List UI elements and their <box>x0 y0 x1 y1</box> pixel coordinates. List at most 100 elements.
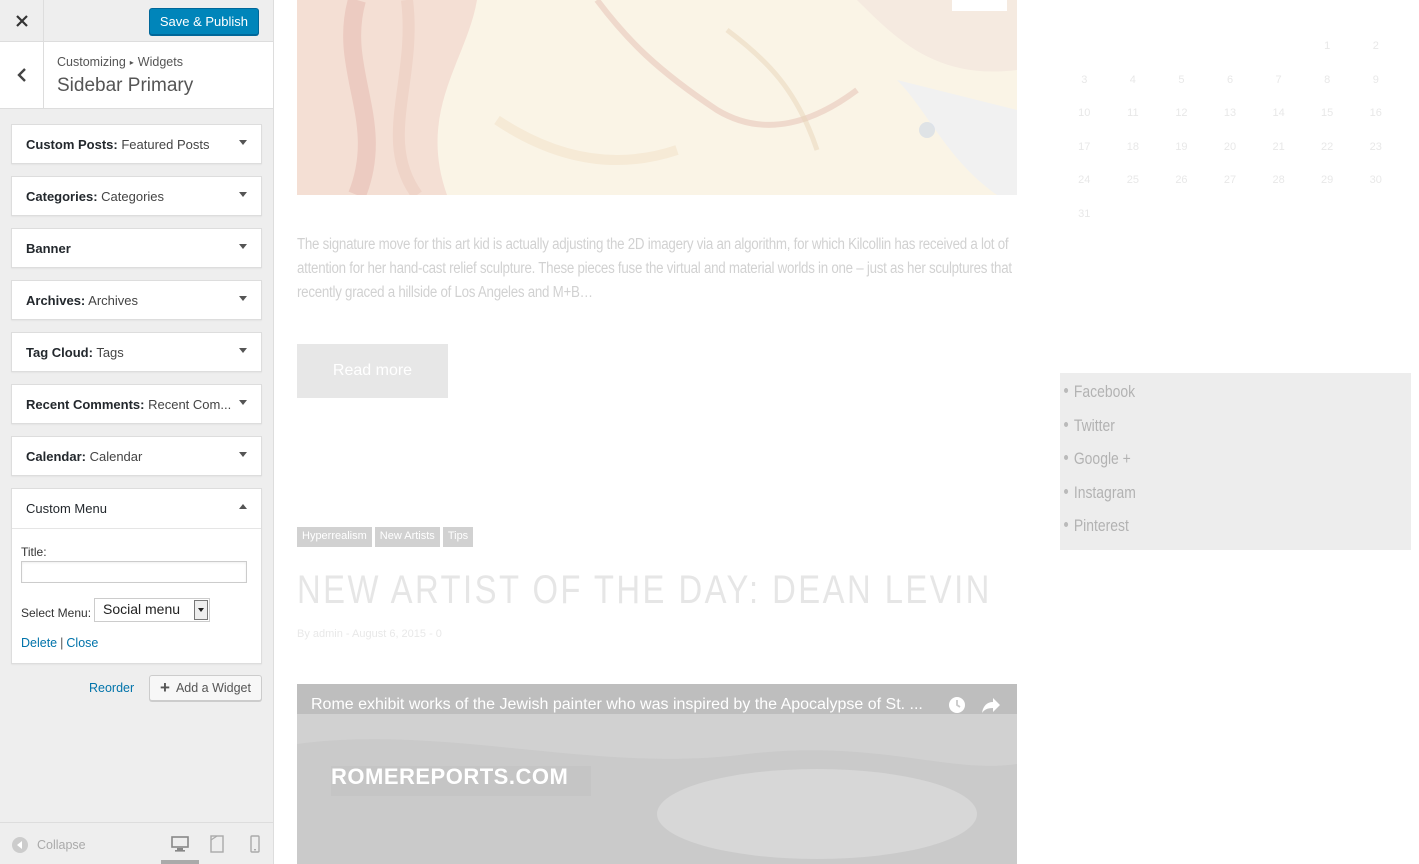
close-icon <box>15 15 28 27</box>
title-label: Title: <box>21 545 47 559</box>
expand-arrow-icon[interactable] <box>239 296 247 301</box>
expand-arrow-icon[interactable] <box>239 348 247 353</box>
widget-title: Custom Menu <box>26 501 107 516</box>
calendar-day: 24 <box>1078 174 1091 186</box>
calendar-day: 3 <box>1081 73 1088 86</box>
select-menu-dropdown[interactable]: Social menu <box>94 598 210 622</box>
widget-name: Recent Com... <box>148 397 232 412</box>
calendar-day: 11 <box>1127 107 1139 119</box>
widget-title: Archives: Archives <box>26 293 138 308</box>
widget-archives[interactable]: Archives: Archives <box>11 280 262 320</box>
save-publish-button[interactable]: Save & Publish <box>148 8 259 35</box>
calendar-week-row: 12 <box>1060 30 1400 64</box>
calendar-day <box>1206 198 1255 232</box>
calendar-day: 16 <box>1369 107 1382 119</box>
expand-arrow-icon[interactable] <box>239 400 247 405</box>
widget-header[interactable]: Custom Menu <box>12 489 261 529</box>
calendar-day: 21 <box>1272 140 1285 153</box>
post-title[interactable]: NEW ARTIST OF THE DAY: DEAN LEVIN <box>297 568 992 613</box>
widget-type: Archives: <box>26 293 86 308</box>
close-link[interactable]: Close <box>66 636 98 650</box>
calendar-day: 4 <box>1129 73 1136 86</box>
calendar-day: 12 <box>1175 107 1188 119</box>
calendar-day: 9 <box>1372 73 1379 86</box>
calendar-day <box>1254 30 1303 64</box>
desktop-preview-icon[interactable] <box>171 835 189 853</box>
widget-name: Tags <box>96 345 124 360</box>
tag-link[interactable]: Hyperrealism <box>297 527 372 547</box>
collapse-arrow-icon <box>12 837 28 853</box>
calendar-week-row: 17 18 19 20 21 22 23 <box>1060 131 1400 165</box>
collapse-arrow-icon[interactable] <box>239 504 247 509</box>
widget-custom-posts[interactable]: Custom Posts: Featured Posts <box>11 124 262 164</box>
video-title[interactable]: Rome exhibit works of the Jewish painter… <box>311 696 946 714</box>
delete-link[interactable]: Delete <box>21 636 57 650</box>
tablet-preview-icon[interactable] <box>208 835 226 853</box>
title-input[interactable] <box>21 561 247 583</box>
calendar-day <box>1060 30 1109 64</box>
expand-arrow-icon[interactable] <box>239 192 247 197</box>
widget-title: Categories: Categories <box>26 189 164 204</box>
embedded-video[interactable]: Rome exhibit works of the Jewish painter… <box>297 684 1017 864</box>
widget-tag-cloud[interactable]: Tag Cloud: Tags <box>11 332 262 372</box>
calendar-day <box>1109 30 1158 64</box>
widget-name: Archives <box>88 293 139 308</box>
calendar-day: 17 <box>1078 140 1091 153</box>
dropdown-arrow-icon[interactable] <box>194 600 208 620</box>
collapse-button[interactable]: Collapse <box>12 837 86 853</box>
calendar-day <box>1351 198 1400 232</box>
tag-link[interactable]: Tips <box>442 527 474 547</box>
calendar-day: 14 <box>1272 107 1285 119</box>
calendar-day: 20 <box>1223 140 1237 153</box>
action-separator: | <box>60 636 64 650</box>
bullet-icon <box>1064 455 1069 461</box>
widget-title: Recent Comments: Recent Com... <box>26 397 231 412</box>
widget-name: Calendar <box>89 449 143 464</box>
watch-later-icon[interactable] <box>948 696 966 714</box>
plus-icon: + <box>160 678 170 697</box>
social-link-instagram[interactable]: Instagram <box>1064 483 1136 503</box>
widget-name: Categories <box>101 189 165 204</box>
breadcrumb: Customizing ▸ Widgets <box>57 55 183 69</box>
select-menu-label: Select Menu: <box>21 606 92 620</box>
calendar-week-row: 10 11 12 13 14 15 16 <box>1060 97 1400 131</box>
calendar-day: 26 <box>1175 174 1188 186</box>
close-customizer-button[interactable] <box>0 0 44 42</box>
social-link-google-plus[interactable]: Google + <box>1064 449 1131 469</box>
back-button[interactable] <box>0 42 44 108</box>
post-tags: Hyperrealism New Artists Tips <box>297 527 474 547</box>
expand-arrow-icon[interactable] <box>239 244 247 249</box>
widget-banner[interactable]: Banner <box>11 228 262 268</box>
share-icon[interactable] <box>981 696 1001 714</box>
add-widget-button[interactable]: + Add a Widget <box>149 675 262 701</box>
calendar-day: 30 <box>1369 174 1382 186</box>
widget-title: Custom Posts: Featured Posts <box>26 137 210 152</box>
widget-type: Tag Cloud: <box>26 345 93 360</box>
social-link-facebook[interactable]: Facebook <box>1064 382 1135 402</box>
calendar-day: 28 <box>1272 174 1285 186</box>
customizer-sidebar: Save & Publish Customizing ▸ Widgets Sideb… <box>0 0 274 864</box>
reorder-link[interactable]: Reorder <box>89 681 134 695</box>
social-link-pinterest[interactable]: Pinterest <box>1064 516 1129 536</box>
calendar-day: 23 <box>1369 140 1382 153</box>
calendar-day: 2 <box>1372 40 1379 52</box>
calendar-day: 7 <box>1275 73 1282 86</box>
widget-actions: Delete | Close <box>21 636 98 650</box>
social-link-twitter[interactable]: Twitter <box>1064 416 1115 436</box>
tag-link[interactable]: New Artists <box>374 527 440 547</box>
site-preview: The signature move for this art kid is a… <box>274 0 1419 864</box>
widget-recent-comments[interactable]: Recent Comments: Recent Com... <box>11 384 262 424</box>
section-title: Sidebar Primary <box>57 75 194 96</box>
mobile-preview-icon[interactable] <box>246 835 264 853</box>
calendar-day: 10 <box>1078 107 1091 119</box>
social-menu-widget: Facebook Twitter Google + Instagram Pint… <box>1060 373 1411 550</box>
widget-calendar[interactable]: Calendar: Calendar <box>11 436 262 476</box>
expand-arrow-icon[interactable] <box>239 140 247 145</box>
widget-categories[interactable]: Categories: Categories <box>11 176 262 216</box>
breadcrumb-separator-icon: ▸ <box>129 58 134 67</box>
select-menu-value: Social menu <box>103 601 181 617</box>
widget-title: Banner <box>26 241 71 256</box>
read-more-button[interactable]: Read more <box>297 344 448 398</box>
expand-arrow-icon[interactable] <box>239 452 247 457</box>
widget-custom-menu: Custom Menu Title: Select Menu: Social m… <box>11 488 262 664</box>
